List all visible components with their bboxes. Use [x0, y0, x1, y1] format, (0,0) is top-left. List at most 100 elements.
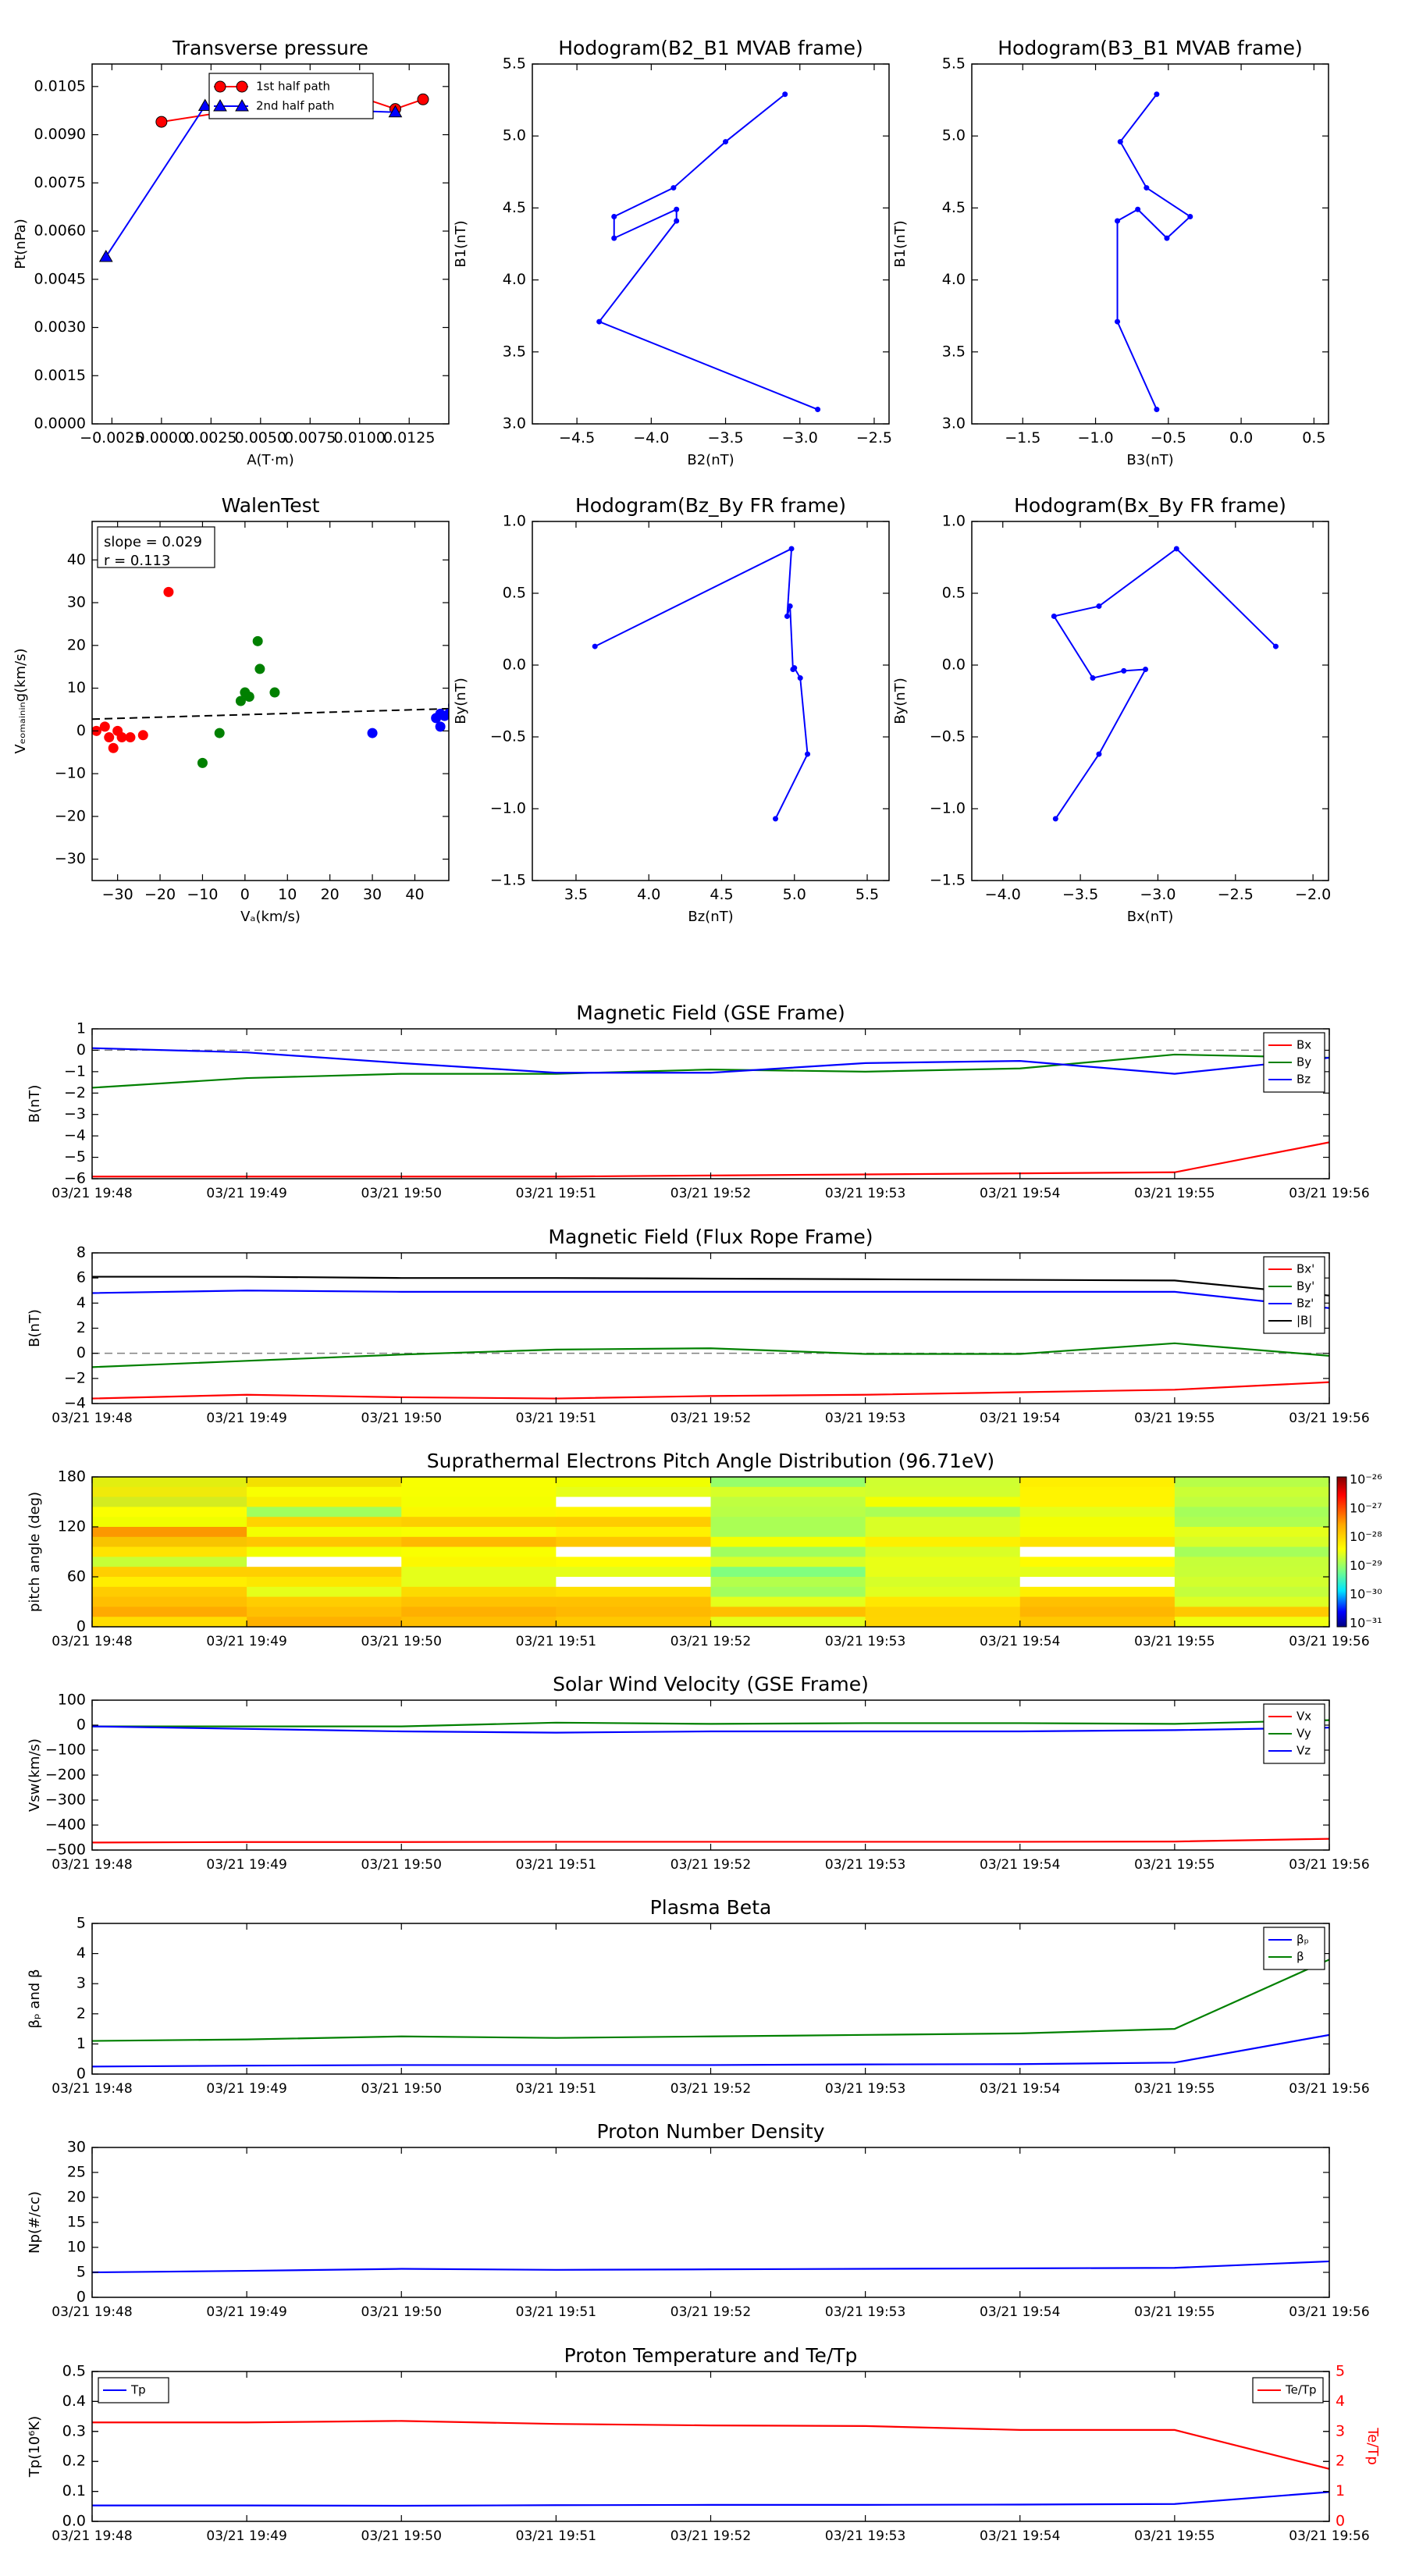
- tp-xtick-label: 03/21 19:55: [1134, 2528, 1215, 2544]
- np-ytick-label: 10: [67, 2239, 86, 2256]
- mag_gse-plot-area: [92, 1047, 1329, 1178]
- hodogram_bz_by-series-0-point: [788, 546, 795, 552]
- hodogram_bx_by-ytick-label: −1.0: [930, 800, 966, 817]
- pad-cell: [710, 1557, 866, 1567]
- hodogram_b3_b1-axes-frame: [971, 63, 1329, 425]
- mag_fr-ytick-label: −2: [64, 1369, 86, 1386]
- pad-cell: [710, 1507, 866, 1517]
- hodogram_b3_b1-series-0-point: [1187, 213, 1193, 219]
- hodogram_bz_by-xtick-label: 3.5: [564, 886, 588, 903]
- mag_fr-ytick-label: 4: [76, 1294, 86, 1311]
- vsw-ytick-label: −400: [45, 1816, 86, 1834]
- beta-ytick-label: 3: [76, 1975, 86, 1992]
- vsw-ytick-label: −300: [45, 1791, 86, 1809]
- pad-cell: [92, 1617, 247, 1627]
- pad-cell: [556, 1507, 711, 1517]
- pad-cell: [401, 1577, 557, 1588]
- vsw-series-Vx: [92, 1838, 1329, 1844]
- pad-cell: [1019, 1617, 1176, 1627]
- tp-legend-label: Tp: [130, 2383, 146, 2397]
- np-panel: Proton Number Density Np(#/cc) 0 5 10 15 20 25 3…: [27, 2120, 1370, 2320]
- hodogram_b2_b1-series-0-point: [674, 218, 680, 224]
- pad-ylabel: pitch angle (deg): [27, 1492, 43, 1612]
- tp-ytick-label: 0.1: [62, 2482, 86, 2500]
- hodogram_b2_b1-series-0-point: [782, 91, 788, 98]
- mag_fr-panel: Magnetic Field (Flux Rope Frame) B(nT) −4 −…: [27, 1226, 1370, 1426]
- pad-cell: [1019, 1596, 1176, 1607]
- walen_test-annotation: slope = 0.029: [104, 534, 202, 550]
- mag_gse-ytick-label: −2: [64, 1084, 86, 1101]
- pad-cell: [710, 1586, 866, 1598]
- walen_test-s2-point: [435, 721, 446, 732]
- walen_test-xtick-label: −10: [187, 886, 218, 903]
- hodogram_b3_b1-series-0-point: [1164, 235, 1170, 241]
- pad-cell: [865, 1557, 1021, 1567]
- mag_fr-axes-frame: [91, 1252, 1330, 1404]
- pad-cell: [401, 1507, 557, 1517]
- tp-ytick-label: 0.4: [62, 2393, 86, 2410]
- beta-ytick-label: 4: [76, 1944, 86, 1962]
- pad-xtick-label: 03/21 19:51: [516, 1634, 596, 1649]
- pad-cell: [710, 1567, 866, 1578]
- transverse_pressure-xtick-label: 0.0000: [136, 429, 187, 447]
- pad-cell: [1174, 1596, 1329, 1607]
- colorbar: [1336, 1476, 1347, 1628]
- pad-cell: [401, 1496, 557, 1507]
- walen_test-ytick-label: −20: [55, 807, 86, 824]
- tp-ylabel: Tp(10⁶K): [27, 2416, 43, 2478]
- hodogram_bx_by-xtick-label: −3.0: [1140, 886, 1176, 903]
- beta-legend-box: [1263, 1927, 1325, 1970]
- mag_fr-ytick-label: −4: [64, 1395, 86, 1412]
- colorbar-tick-label: 10⁻²⁶: [1350, 1472, 1382, 1487]
- pad-cell: [865, 1496, 1021, 1507]
- hodogram_bx_by-ylabel: By(nT): [892, 678, 909, 724]
- tp-ytick-label: 0.0: [62, 2513, 86, 2530]
- pad-cell: [401, 1606, 557, 1617]
- pad-cell: [556, 1496, 711, 1507]
- walen_test-axes-frame: [91, 521, 450, 881]
- hodogram_bx_by-ytick-label: 0.0: [942, 656, 966, 674]
- mag_fr-ytick-label: 8: [76, 1244, 86, 1261]
- tp-title: Proton Temperature and Te/Tp: [564, 2344, 858, 2367]
- hodogram_b2_b1-panel: Hodogram(B2_B1 MVAB frame) B2(nT) B1(nT) 3.…: [453, 37, 892, 468]
- pad-cell: [865, 1486, 1021, 1498]
- tp-ytick-label: 0.5: [62, 2363, 86, 2380]
- tp-xtick-label: 03/21 19:49: [206, 2528, 286, 2544]
- mag_gse-xtick-label: 03/21 19:54: [980, 1186, 1060, 1201]
- hodogram_b3_b1-series-0-point: [1115, 318, 1121, 325]
- pad-cell: [710, 1517, 866, 1528]
- pad-cell: [710, 1596, 866, 1607]
- pad-cell: [247, 1527, 402, 1538]
- pad-cell: [865, 1517, 1021, 1528]
- hodogram_bx_by-series-0-point: [1096, 603, 1102, 610]
- mag_fr-title: Magnetic Field (Flux Rope Frame): [548, 1226, 873, 1248]
- pad-cell: [92, 1557, 247, 1567]
- pad-cell: [865, 1606, 1021, 1617]
- hodogram_b2_b1-ytick-label: 3.5: [503, 343, 526, 360]
- hodogram_b2_b1-ytick-label: 4.5: [503, 199, 526, 216]
- pad-cell: [401, 1517, 557, 1528]
- tp-series-Tp: [92, 2491, 1329, 2507]
- hodogram_bx_by-series-0-point: [1121, 667, 1127, 674]
- pad-cell: [401, 1546, 557, 1557]
- transverse_pressure-series-1-point: [98, 249, 113, 262]
- walen_test-s1-point: [197, 757, 208, 768]
- tp-ytick-label: 0.2: [62, 2453, 86, 2470]
- walen_test-xtick-label: 10: [278, 886, 297, 903]
- mag_fr-series-Bz': [92, 1290, 1329, 1309]
- hodogram_bz_by-series-0-point: [773, 816, 779, 822]
- transverse_pressure-ytick-label: 0.0105: [34, 77, 86, 94]
- walen_test-s0-point: [108, 742, 119, 753]
- hodogram_bx_by-xtick-label: −4.0: [985, 886, 1021, 903]
- pad-cell: [710, 1577, 866, 1588]
- hodogram_bx_by-series-0-point: [1052, 816, 1058, 822]
- hodogram_bx_by-xtick-label: −2.5: [1218, 886, 1254, 903]
- transverse_pressure-xtick-label: 0.0025: [185, 429, 237, 447]
- pad-cell: [710, 1617, 866, 1627]
- np-xtick-label: 03/21 19:49: [206, 2304, 286, 2320]
- beta-legend-label: βₚ: [1297, 1933, 1309, 1947]
- hodogram_b2_b1-plot-area: [596, 91, 821, 413]
- pad-cell: [1019, 1496, 1176, 1507]
- transverse_pressure-legend-point: [214, 80, 226, 93]
- mag_gse-axes-frame: [91, 1028, 1330, 1179]
